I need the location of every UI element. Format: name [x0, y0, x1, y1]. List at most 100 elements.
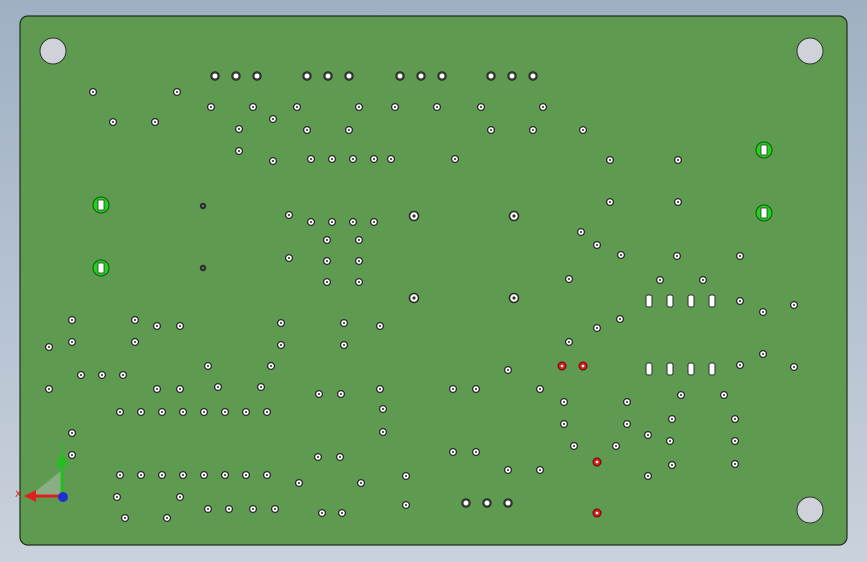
pad-hole [251, 105, 255, 109]
pad-hole [165, 516, 169, 520]
pad-hole [658, 278, 662, 282]
pad-hole [541, 105, 545, 109]
pad-hole [133, 340, 137, 344]
pad-hole [679, 393, 683, 397]
pad-hole [506, 468, 510, 472]
pad-hole [505, 500, 511, 506]
pad-hole [412, 296, 416, 300]
pad-hole [761, 310, 765, 314]
pad-hole [625, 400, 629, 404]
pad-hole [738, 363, 742, 367]
red-pad-hole [595, 460, 599, 464]
pad-hole [265, 473, 269, 477]
pad-hole [738, 299, 742, 303]
pad-hole [463, 500, 469, 506]
pad-hole [118, 473, 122, 477]
pad-hole [223, 410, 227, 414]
pad-hole [381, 430, 385, 434]
pad-hole [297, 481, 301, 485]
via-hole [201, 204, 205, 208]
pad-hole [579, 230, 583, 234]
pad-hole [646, 433, 650, 437]
pad-hole [357, 238, 361, 242]
pad-hole [372, 157, 376, 161]
pad-hole [397, 73, 403, 79]
pad-hole [567, 340, 571, 344]
red-pad-hole [595, 511, 599, 515]
pad-hole [733, 462, 737, 466]
pad-hole [608, 200, 612, 204]
via-hole [201, 266, 205, 270]
pad-hole [761, 352, 765, 356]
pad-hole [244, 473, 248, 477]
pad-hole [531, 128, 535, 132]
pad-hole [340, 511, 344, 515]
pad-hole [259, 385, 263, 389]
green-pad-slot [97, 199, 105, 211]
pad-hole [309, 220, 313, 224]
pcb-drawing[interactable]: Y X [0, 0, 867, 562]
pad-hole [123, 516, 127, 520]
pad-hole [212, 73, 218, 79]
pad-hole [118, 410, 122, 414]
component-pad [645, 294, 653, 308]
pad-hole [538, 468, 542, 472]
mounting-hole [796, 37, 824, 65]
pad-hole [181, 473, 185, 477]
pad-hole [381, 407, 385, 411]
pad-hole [79, 373, 83, 377]
pad-hole [339, 392, 343, 396]
pad-hole [435, 105, 439, 109]
pad-hole [287, 256, 291, 260]
pad-hole [484, 500, 490, 506]
pad-hole [91, 90, 95, 94]
cad-viewport[interactable]: Y X [0, 0, 867, 562]
pad-hole [670, 463, 674, 467]
pad-hole [792, 303, 796, 307]
pad-hole [160, 410, 164, 414]
pad-hole [70, 453, 74, 457]
component-pad [666, 362, 674, 376]
pad-hole [572, 444, 576, 448]
pad-hole [619, 253, 623, 257]
mounting-hole [39, 37, 67, 65]
pad-hole [488, 73, 494, 79]
pad-hole [404, 503, 408, 507]
pad-hole [47, 345, 51, 349]
pad-hole [351, 220, 355, 224]
pad-hole [206, 364, 210, 368]
pad-hole [646, 474, 650, 478]
pad-hole [279, 321, 283, 325]
pad-hole [227, 507, 231, 511]
pad-hole [269, 364, 273, 368]
pad-hole [595, 326, 599, 330]
pad-hole [451, 387, 455, 391]
pad-hole [233, 73, 239, 79]
pad-hole [676, 200, 680, 204]
pad-hole [733, 439, 737, 443]
pad-hole [668, 439, 672, 443]
pad-hole [320, 511, 324, 515]
pad-hole [595, 243, 599, 247]
pad-hole [418, 73, 424, 79]
pad-hole [608, 158, 612, 162]
mounting-hole [796, 496, 824, 524]
pad-hole [439, 73, 445, 79]
pad-hole [209, 105, 213, 109]
pad-hole [304, 73, 310, 79]
component-pad [708, 294, 716, 308]
component-pad [687, 362, 695, 376]
pad-hole [254, 73, 260, 79]
green-pad-slot [97, 262, 105, 274]
pad-hole [237, 127, 241, 131]
red-pad-hole [560, 364, 564, 368]
pad-hole [70, 340, 74, 344]
pad-hole [178, 495, 182, 499]
pad-hole [733, 417, 737, 421]
green-pad-slot [760, 207, 768, 219]
pad-hole [338, 455, 342, 459]
pad-hole [530, 73, 536, 79]
pad-hole [223, 473, 227, 477]
pad-hole [670, 417, 674, 421]
pcb-board[interactable] [19, 15, 848, 546]
